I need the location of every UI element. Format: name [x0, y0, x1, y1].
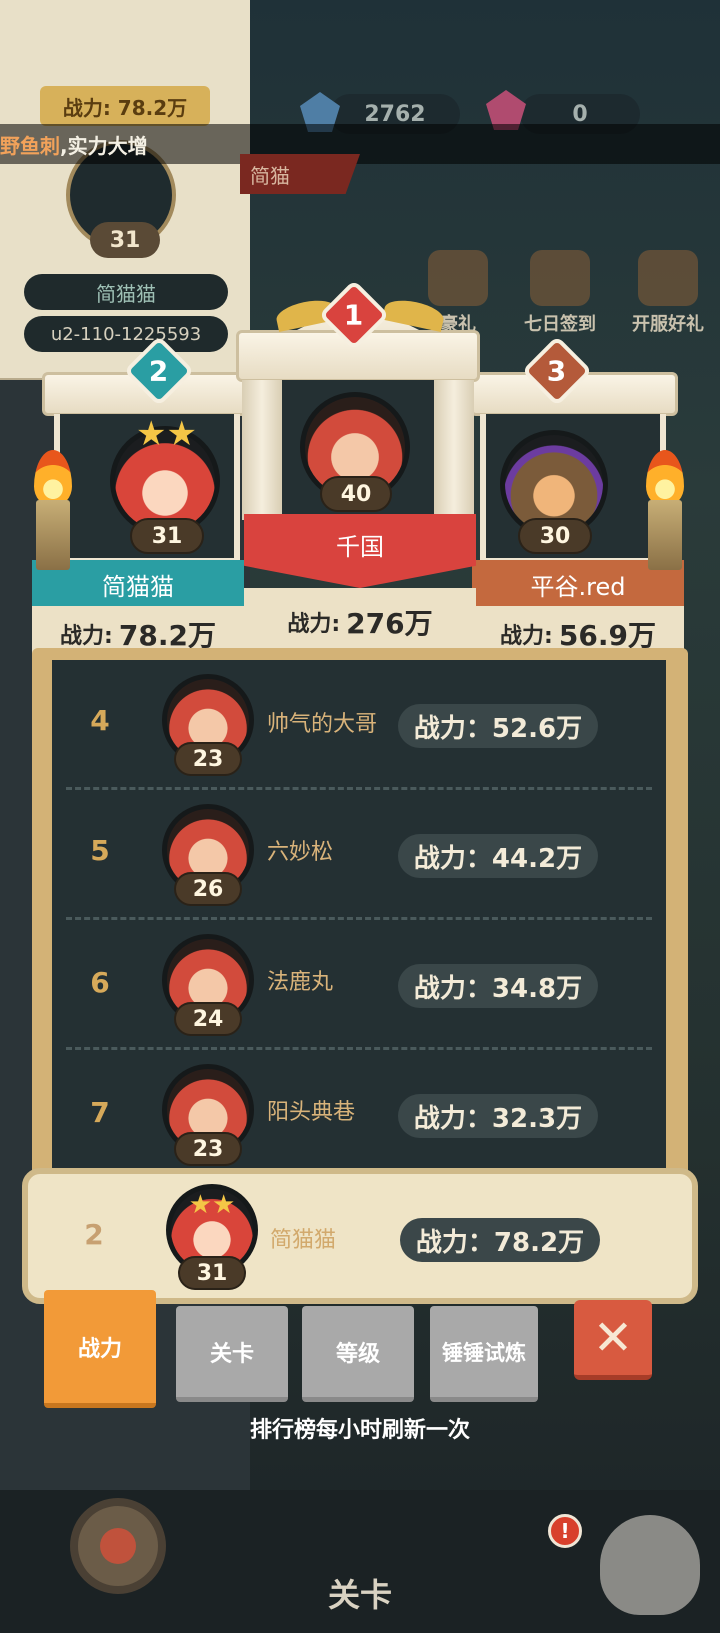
power-value: 战力：32.3万 [398, 1094, 598, 1138]
my-rank-number: 2 [84, 1218, 104, 1251]
level-badge: 23 [174, 1132, 242, 1166]
player-name: 阳头典巷 [267, 1100, 356, 1125]
rank-number: 6 [90, 966, 110, 999]
skull-icon[interactable] [600, 1515, 700, 1615]
tab-power[interactable]: 战力 [44, 1290, 156, 1408]
tab-level[interactable]: 等级 [302, 1306, 414, 1402]
star-icon: ★★ [136, 414, 197, 454]
background-power-pill: 战力: 78.2万 [40, 86, 210, 126]
list-item[interactable]: 5 26 六妙松 战力：44.2万 [52, 790, 666, 920]
pillar-right [434, 380, 474, 520]
calendar-icon [530, 250, 590, 306]
pillar-left [242, 380, 282, 520]
news-text: ,实力大增 [60, 133, 148, 158]
background-level: 31 [90, 222, 160, 258]
close-button[interactable]: ✕ [574, 1300, 652, 1380]
list-item[interactable]: 6 24 法鹿丸 战力：34.8万 [52, 920, 666, 1050]
name-first: 千国 [244, 514, 476, 588]
player-name: 法鹿丸 [267, 970, 334, 995]
tab-hammer-trial[interactable]: 锤锤试炼 [430, 1306, 538, 1402]
level-second: 31 [130, 518, 204, 554]
power-value: 战力：52.6万 [398, 704, 598, 748]
torch-flame-right-icon [646, 450, 684, 506]
torch-right [648, 500, 682, 570]
news-ticker: 野鱼刺 ,实力大增 [0, 124, 720, 164]
player-name: 六妙松 [267, 840, 334, 865]
news-highlight: 野鱼刺 [0, 133, 60, 158]
background-user-id: u2-110-1225593 [24, 316, 228, 352]
settings-center-icon [100, 1528, 136, 1564]
power-value: 战力：44.2万 [398, 834, 598, 878]
star-icon: ★★ [188, 1190, 236, 1220]
rank-number: 4 [90, 704, 110, 737]
gift-icon [428, 250, 488, 306]
my-player-name: 简猫猫 [270, 1228, 337, 1253]
player-name: 帅气的大哥 [267, 712, 378, 737]
rank-number: 5 [90, 834, 110, 867]
tab-stage[interactable]: 关卡 [176, 1306, 288, 1402]
alert-badge: ! [548, 1514, 582, 1548]
my-power-value: 战力：78.2万 [400, 1218, 600, 1262]
list-item[interactable]: 4 23 帅气的大哥 战力：52.6万 [52, 660, 666, 790]
level-badge: 23 [174, 742, 242, 776]
nav-stage-label[interactable]: 关卡 [300, 1570, 420, 1616]
level-third: 30 [518, 518, 592, 554]
torch-left [36, 500, 70, 570]
my-level: 31 [178, 1256, 246, 1290]
rank-number: 7 [90, 1096, 110, 1129]
event-seven-day-signin: 七日签到 [520, 250, 600, 336]
background-banner: 简猫 [240, 154, 360, 194]
level-first: 40 [320, 476, 392, 512]
close-icon: ✕ [592, 1309, 634, 1366]
list-item[interactable]: 7 23 阳头典巷 战力：32.3万 [52, 1050, 666, 1170]
background-player-name: 简猫猫 [24, 274, 228, 310]
present-icon [638, 250, 698, 306]
power-value: 战力：34.8万 [398, 964, 598, 1008]
level-badge: 24 [174, 1002, 242, 1036]
refresh-note: 排行榜每小时刷新一次 [249, 1418, 470, 1443]
level-badge: 26 [174, 872, 242, 906]
event-server-open-gift: 开服好礼 [628, 250, 708, 336]
